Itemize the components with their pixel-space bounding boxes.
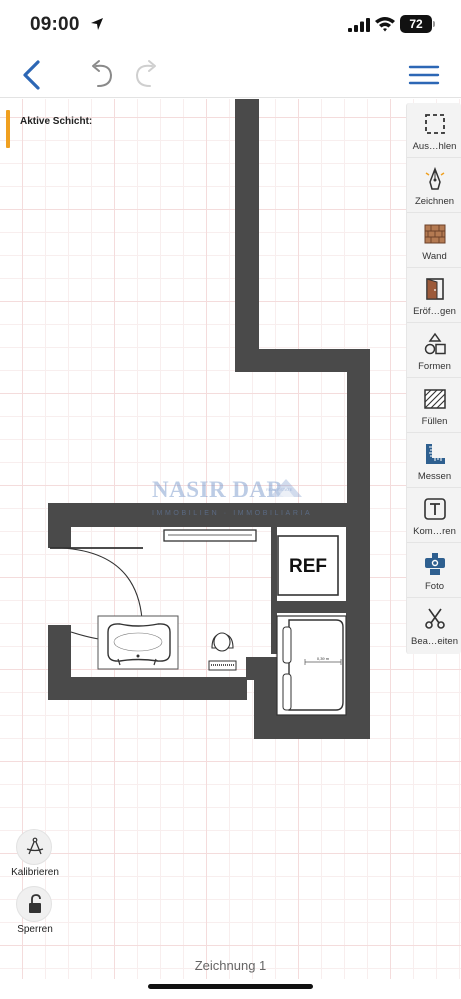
status-bar: 09:00 72 [0, 0, 461, 52]
ref-box[interactable]: REF [277, 535, 339, 596]
calibrate-label: Kalibrieren [11, 867, 59, 878]
tool-label: Formen [418, 361, 451, 372]
bathtub[interactable] [97, 615, 179, 670]
window-element[interactable] [163, 529, 257, 542]
tool-panel: Aus…hlen Zeichnen Wand Eröf…gen Formen F… [406, 103, 461, 654]
shower-tray[interactable]: 0,39 m [276, 615, 347, 716]
lock-label: Sperren [17, 924, 53, 935]
compass-calibrate-icon [26, 837, 44, 855]
tool-label: Eröf…gen [413, 306, 456, 317]
ruler-measure-icon [426, 444, 445, 464]
undo-button[interactable] [84, 58, 120, 92]
camera-icon [425, 553, 445, 575]
counter[interactable] [277, 601, 346, 613]
chevron-left-icon [23, 60, 40, 90]
wifi-icon [375, 17, 395, 32]
dimension-label: 0,39 m [317, 656, 330, 661]
ref-label: REF [289, 556, 327, 577]
location-arrow-icon [91, 18, 103, 30]
tool-label: Aus…hlen [412, 141, 457, 152]
pen-draw-icon [425, 167, 445, 190]
floor-plan[interactable]: REF 0,39 m [0, 99, 461, 759]
hamburger-menu-icon [408, 65, 440, 85]
scissors-icon [425, 608, 445, 629]
brick-wall-icon [424, 224, 446, 244]
select-icon [425, 114, 445, 134]
tool-measure[interactable]: Messen [407, 433, 461, 488]
text-comment-icon [424, 498, 446, 520]
undo-icon [92, 60, 113, 87]
back-button[interactable] [14, 58, 50, 92]
tool-photo[interactable]: Foto [407, 543, 461, 598]
tool-edit[interactable]: Bea…eiten [407, 598, 461, 653]
tool-draw[interactable]: Zeichnen [407, 158, 461, 213]
menu-button[interactable] [406, 58, 442, 92]
tool-label: Bea…eiten [410, 636, 458, 647]
drawing-name[interactable]: Zeichnung 1 [0, 958, 461, 973]
home-indicator[interactable] [148, 984, 313, 989]
tool-select[interactable]: Aus…hlen [407, 103, 461, 158]
shapes-icon [424, 332, 446, 355]
tool-fill[interactable]: Füllen [407, 378, 461, 433]
tool-label: Zeichnen [414, 196, 455, 207]
calibrate-button[interactable]: Kalibrieren [8, 829, 62, 879]
unlock-icon [29, 894, 41, 913]
redo-button[interactable] [128, 58, 164, 92]
tool-label: Messen [417, 471, 452, 482]
cellular-signal-icon [348, 18, 370, 32]
tool-opening[interactable]: Eröf…gen [407, 268, 461, 323]
battery-icon: 72 [400, 15, 435, 33]
tool-label: Füllen [421, 416, 448, 427]
redo-icon [135, 60, 156, 87]
tool-comment[interactable]: Kom…ren [407, 488, 461, 543]
fill-pattern-icon [424, 389, 446, 409]
tool-label: Kom…ren [413, 526, 456, 537]
lock-button[interactable]: Sperren [8, 886, 62, 936]
tool-label: Wand [422, 251, 447, 262]
watermark-tag: REAL ESTATE [266, 487, 293, 492]
door-opening-icon [426, 278, 444, 300]
top-toolbar [0, 52, 461, 98]
status-time: 09:00 [30, 14, 80, 35]
tool-shapes[interactable]: Formen [407, 323, 461, 378]
tool-label: Foto [424, 581, 444, 592]
tool-wall[interactable]: Wand [407, 213, 461, 268]
